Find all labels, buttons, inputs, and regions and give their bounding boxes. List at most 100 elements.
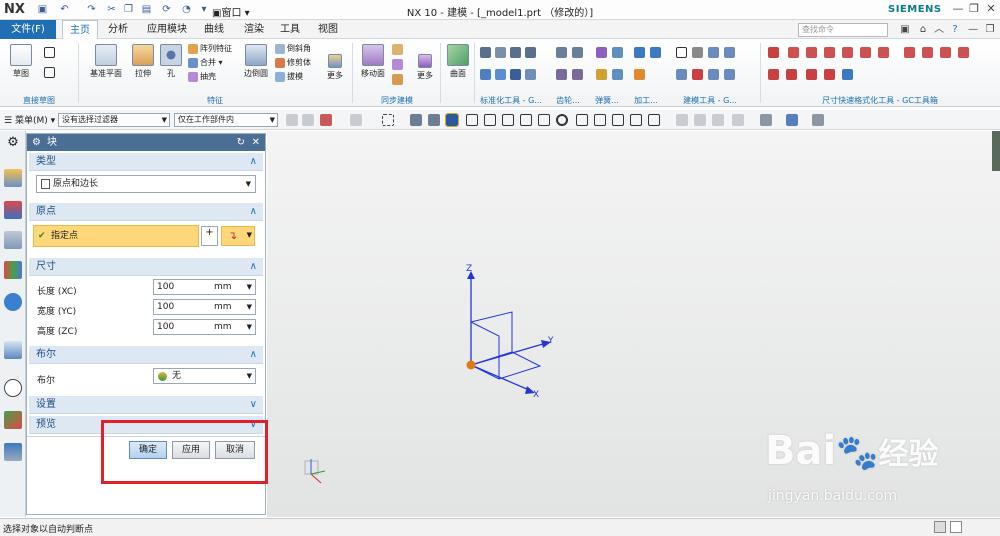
section-settings-header[interactable]: 设置 ∨ [29, 396, 263, 414]
assembly-navigator-icon[interactable] [4, 169, 22, 187]
dimension-format-icon[interactable] [788, 47, 799, 58]
snap-icon[interactable] [286, 114, 298, 126]
minimize-icon[interactable]: — [950, 2, 966, 16]
web-browser-icon[interactable] [4, 293, 22, 311]
dimension-format-icon[interactable] [842, 69, 853, 80]
type-select[interactable]: 原点和边长 ▼ [36, 175, 256, 193]
minimize-doc-icon[interactable]: — [966, 23, 980, 37]
history-icon[interactable] [4, 341, 22, 359]
dimension-format-icon[interactable] [842, 47, 853, 58]
specify-point-row[interactable]: ✔ 指定点 [33, 225, 199, 247]
snap-icon[interactable] [630, 114, 642, 126]
snap-curve-icon[interactable] [538, 114, 550, 126]
machining-tool-icon[interactable] [634, 47, 645, 58]
modeling-tool-icon[interactable] [692, 69, 703, 80]
dimension-format-icon[interactable] [922, 47, 933, 58]
profile-icon[interactable] [44, 47, 55, 58]
pattern-feature-button[interactable]: 阵列特征 [188, 43, 232, 54]
view-icon[interactable] [732, 114, 744, 126]
gc-tool-icon[interactable] [510, 69, 521, 80]
snap-point-icon[interactable] [445, 113, 459, 127]
home-icon[interactable]: ⌂ [916, 23, 930, 37]
status-icon[interactable] [934, 521, 946, 533]
tab-home[interactable]: 主页 [62, 20, 98, 39]
dimension-format-icon[interactable] [824, 69, 835, 80]
dimension-format-icon[interactable] [904, 47, 915, 58]
gc-tool-icon[interactable] [495, 47, 506, 58]
dimension-format-icon[interactable] [958, 47, 969, 58]
selection-filter-select[interactable]: 没有选择过滤器 ▼ [58, 113, 170, 127]
modeling-tool-icon[interactable] [692, 47, 703, 58]
infer-point-select[interactable]: ↴ ▼ [221, 226, 255, 246]
snap-icon[interactable] [302, 114, 314, 126]
extrude-button[interactable]: 拉伸 [130, 44, 156, 79]
gear-tool-icon[interactable] [572, 69, 583, 80]
gear-tool-icon[interactable] [556, 47, 567, 58]
collapse-ribbon-icon[interactable]: ︿ [932, 23, 946, 37]
chamfer-button[interactable]: 倒斜角 [275, 43, 311, 54]
section-origin-header[interactable]: 原点 ∧ [29, 203, 263, 221]
modeling-tool-icon[interactable] [724, 69, 735, 80]
spring-tool-icon[interactable] [596, 69, 607, 80]
view-icon[interactable] [812, 114, 824, 126]
file-menu[interactable]: 文件(F) [0, 20, 56, 39]
tab-application[interactable]: 应用模块 [140, 20, 194, 39]
snap-icon[interactable] [576, 114, 588, 126]
menu-button[interactable]: ☰ 菜单(M) ▾ [4, 113, 55, 126]
spring-tool-icon[interactable] [612, 47, 623, 58]
tab-curve[interactable]: 曲线 [196, 20, 232, 39]
dimension-format-icon[interactable] [768, 69, 779, 80]
gear-icon[interactable]: ⚙ [4, 135, 22, 153]
gc-tool-icon[interactable] [495, 69, 506, 80]
datum-plane-button[interactable]: 基准平面 [86, 44, 126, 79]
edge-blend-button[interactable]: 边倒圆 [240, 44, 272, 79]
collapse-handle[interactable] [992, 131, 1000, 171]
gc-tool-icon[interactable] [510, 47, 521, 58]
gc-tool-icon[interactable] [525, 69, 536, 80]
view-icon[interactable] [712, 114, 724, 126]
height-input[interactable]: 100 mm ▼ [153, 319, 256, 335]
constraint-navigator-icon[interactable] [4, 201, 22, 219]
spring-tool-icon[interactable] [612, 69, 623, 80]
gc-tool-icon[interactable] [480, 47, 491, 58]
boolean-select[interactable]: 无 ▼ [153, 368, 256, 384]
view-icon[interactable] [786, 114, 798, 126]
restore-doc-icon[interactable]: ❐ [983, 23, 997, 37]
modeling-tool-icon[interactable] [676, 47, 687, 58]
gear-icon[interactable]: ⚙ [32, 134, 41, 151]
gear-tool-icon[interactable] [572, 47, 583, 58]
snap-center-icon[interactable] [556, 114, 568, 126]
snap-curve-icon[interactable] [502, 114, 514, 126]
dimension-format-icon[interactable] [860, 47, 871, 58]
gc-tool-icon[interactable] [525, 47, 536, 58]
section-dimensions-header[interactable]: 尺寸 ∧ [29, 258, 263, 276]
length-input[interactable]: 100 mm ▼ [153, 279, 256, 295]
reuse-library-icon[interactable] [4, 261, 22, 279]
tab-view[interactable]: 视图 [310, 20, 346, 39]
shell-button[interactable]: 抽壳 [188, 71, 216, 82]
modeling-tool-icon[interactable] [708, 47, 719, 58]
more-feature-button[interactable]: 更多 [322, 44, 348, 81]
snap-icon[interactable] [428, 114, 440, 126]
sync-tool-2-icon[interactable] [392, 59, 403, 70]
gc-tool-icon[interactable] [480, 69, 491, 80]
snap-icon[interactable] [320, 114, 332, 126]
restore-icon[interactable]: ❐ [966, 2, 982, 16]
selection-box-icon[interactable] [382, 114, 394, 126]
sketch-button[interactable]: 草图 [6, 44, 36, 79]
view-icon[interactable] [694, 114, 706, 126]
tab-tools[interactable]: 工具 [272, 20, 308, 39]
snap-line-icon[interactable] [484, 114, 496, 126]
machining-tool-icon[interactable] [634, 69, 645, 80]
sync-tool-3-icon[interactable] [392, 74, 403, 85]
snap-curve-icon[interactable] [520, 114, 532, 126]
snap-icon[interactable] [594, 114, 606, 126]
snap-icon[interactable] [612, 114, 624, 126]
modeling-tool-icon[interactable] [708, 69, 719, 80]
sync-tool-1-icon[interactable] [392, 44, 403, 55]
draft-button[interactable]: 拔模 [275, 71, 303, 82]
snap-icon[interactable] [410, 114, 422, 126]
process-studio-icon[interactable] [4, 443, 22, 461]
dimension-format-icon[interactable] [768, 47, 779, 58]
more-sync-button[interactable]: 更多 [412, 44, 438, 81]
